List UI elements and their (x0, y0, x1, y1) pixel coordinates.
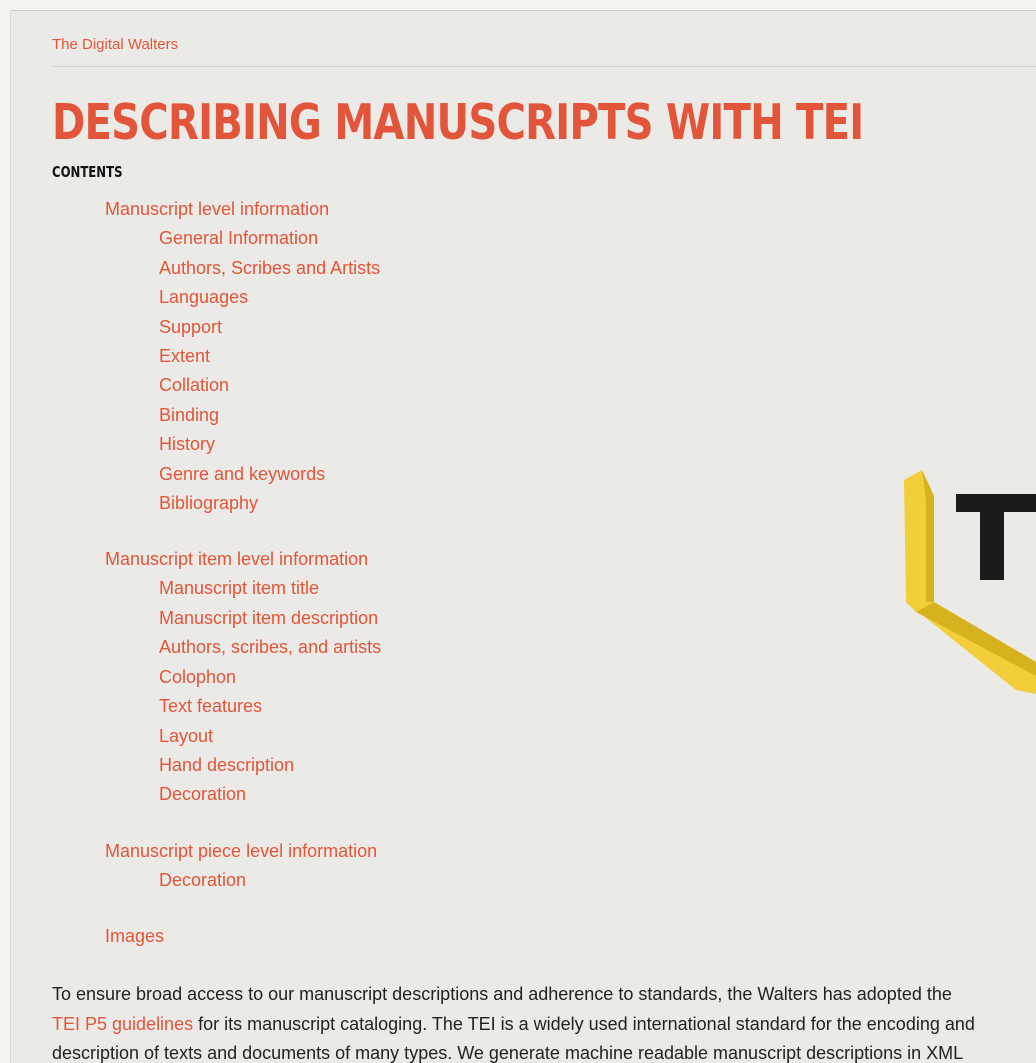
toc-colophon[interactable]: Colophon (159, 666, 236, 688)
logo-letter-t-stem (980, 512, 1004, 580)
logo-bracket-diagonal-shade (916, 602, 1036, 676)
left-margin-strip (0, 10, 11, 1063)
tei-logo-graphic (904, 470, 1036, 694)
intro-line-3: description of texts and documents of ma… (52, 1043, 964, 1063)
toc-languages[interactable]: Languages (159, 286, 248, 308)
intro-line-2: TEI P5 guidelines for its manuscript cat… (52, 1010, 1036, 1040)
toc-layout[interactable]: Layout (159, 725, 213, 747)
site-home-link[interactable]: The Digital Walters (52, 36, 178, 53)
toc-bibliography[interactable]: Bibliography (159, 492, 258, 514)
toc-item-title[interactable]: Manuscript item title (159, 577, 319, 599)
toc-extent[interactable]: Extent (159, 345, 210, 367)
page-title: DESCRIBING MANUSCRIPTS WITH TEI (52, 94, 864, 151)
intro-line-2-text: for its manuscript cataloging. The TEI i… (193, 1013, 975, 1034)
header-divider (52, 66, 1036, 67)
tei-guidelines-link[interactable]: TEI P5 guidelines (52, 1014, 193, 1034)
toc-images[interactable]: Images (105, 925, 164, 947)
toc-text-features[interactable]: Text features (159, 695, 262, 717)
toc-genre-keywords[interactable]: Genre and keywords (159, 463, 325, 485)
logo-letter-t-bar (956, 494, 1036, 512)
tei-logo (900, 462, 1036, 702)
toc-general-information[interactable]: General Information (159, 227, 318, 249)
toc-item-decoration[interactable]: Decoration (159, 783, 246, 805)
toc-hand-description[interactable]: Hand description (159, 754, 294, 776)
toc-binding[interactable]: Binding (159, 404, 219, 426)
toc-item-authors-scribes-artists[interactable]: Authors, scribes, and artists (159, 636, 381, 658)
toc-piece-decoration[interactable]: Decoration (159, 869, 246, 891)
toc-support[interactable]: Support (159, 316, 222, 338)
toc-manuscript-piece-level-information[interactable]: Manuscript piece level information (105, 840, 377, 862)
toc-item-description[interactable]: Manuscript item description (159, 607, 378, 629)
toc-history[interactable]: History (159, 433, 215, 455)
intro-line-1: To ensure broad access to our manuscript… (52, 984, 952, 1004)
toc-authors-scribes-artists[interactable]: Authors, Scribes and Artists (159, 257, 380, 279)
toc-collation[interactable]: Collation (159, 374, 229, 396)
intro-paragraph: To ensure broad access to our manuscript… (52, 980, 1036, 1063)
toc-manuscript-item-level-information[interactable]: Manuscript item level information (105, 548, 368, 570)
toc-manuscript-level-information[interactable]: Manuscript level information (105, 198, 329, 220)
browser-top-edge (0, 0, 1036, 11)
contents-heading: CONTENTS (52, 163, 123, 181)
